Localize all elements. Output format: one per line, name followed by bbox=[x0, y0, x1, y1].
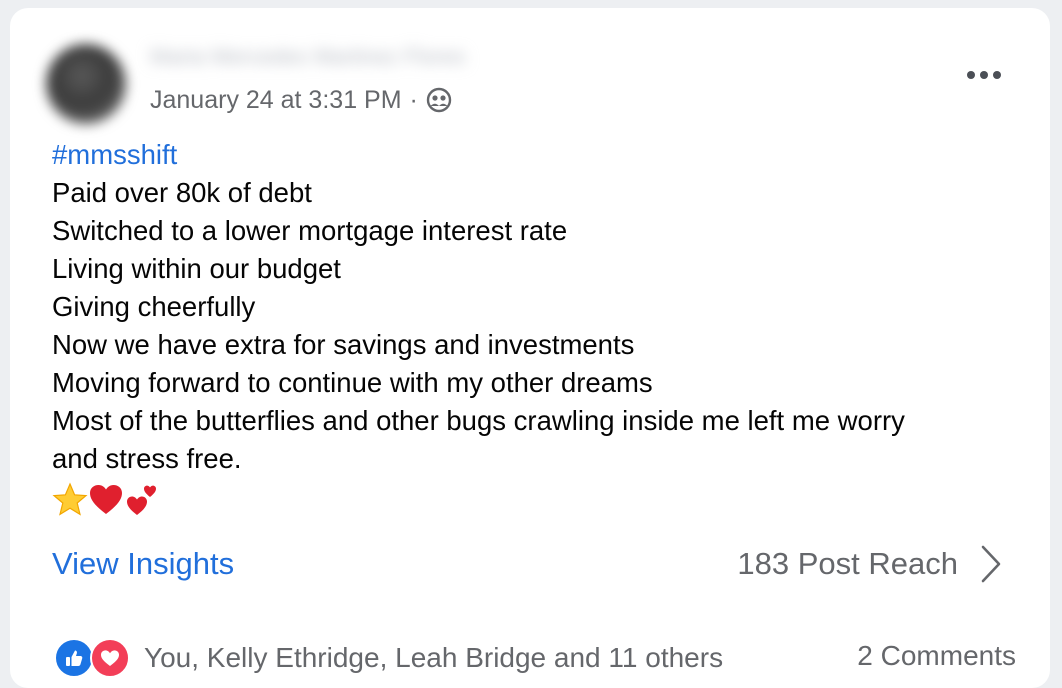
post-line: Most of the butterflies and other bugs c… bbox=[52, 405, 905, 436]
two-hearts-emoji bbox=[127, 485, 156, 515]
post-body: #mmsshift Paid over 80k of debt Switched… bbox=[52, 136, 1042, 478]
red-heart-emoji bbox=[90, 485, 122, 514]
friends-icon[interactable] bbox=[426, 87, 452, 113]
post-line: Living within our budget bbox=[52, 253, 341, 284]
meta-separator: · bbox=[409, 85, 418, 114]
author-name[interactable]: Maria Mercedes Martinez Flores bbox=[150, 44, 570, 70]
emoji-row bbox=[52, 482, 160, 518]
star-emoji bbox=[52, 482, 88, 516]
love-icon bbox=[90, 638, 130, 678]
chevron-right-icon bbox=[981, 545, 1001, 583]
post-card: Maria Mercedes Martinez Flores January 2… bbox=[10, 8, 1050, 688]
post-timestamp[interactable]: January 24 at 3:31 PM bbox=[150, 86, 402, 115]
comments-count-link[interactable]: 2 Comments bbox=[857, 640, 1016, 672]
post-line: Now we have extra for savings and invest… bbox=[52, 329, 635, 360]
post-line: Switched to a lower mortgage interest ra… bbox=[52, 215, 568, 246]
reaction-icons bbox=[54, 638, 132, 678]
post-line: Moving forward to continue with my other… bbox=[52, 367, 653, 398]
author-avatar[interactable] bbox=[46, 44, 126, 124]
reactions-summary[interactable]: You, Kelly Ethridge, Leah Bridge and 11 … bbox=[54, 638, 723, 678]
hashtag-link[interactable]: #mmsshift bbox=[52, 136, 1042, 174]
post-line: Giving cheerfully bbox=[52, 291, 256, 322]
post-line: Paid over 80k of debt bbox=[52, 177, 312, 208]
post-line: and stress free. bbox=[52, 443, 242, 474]
like-icon bbox=[54, 638, 94, 678]
reactions-text: You, Kelly Ethridge, Leah Bridge and 11 … bbox=[144, 642, 724, 673]
view-insights-link[interactable]: View Insights bbox=[52, 546, 234, 582]
more-options-button[interactable] bbox=[964, 60, 1004, 90]
more-horizontal-icon bbox=[967, 71, 1001, 79]
post-reach-label: 183 Post Reach bbox=[737, 546, 958, 581]
post-meta: January 24 at 3:31 PM · bbox=[150, 84, 452, 116]
post-reach-button[interactable]: 183 Post Reach bbox=[737, 544, 1002, 584]
